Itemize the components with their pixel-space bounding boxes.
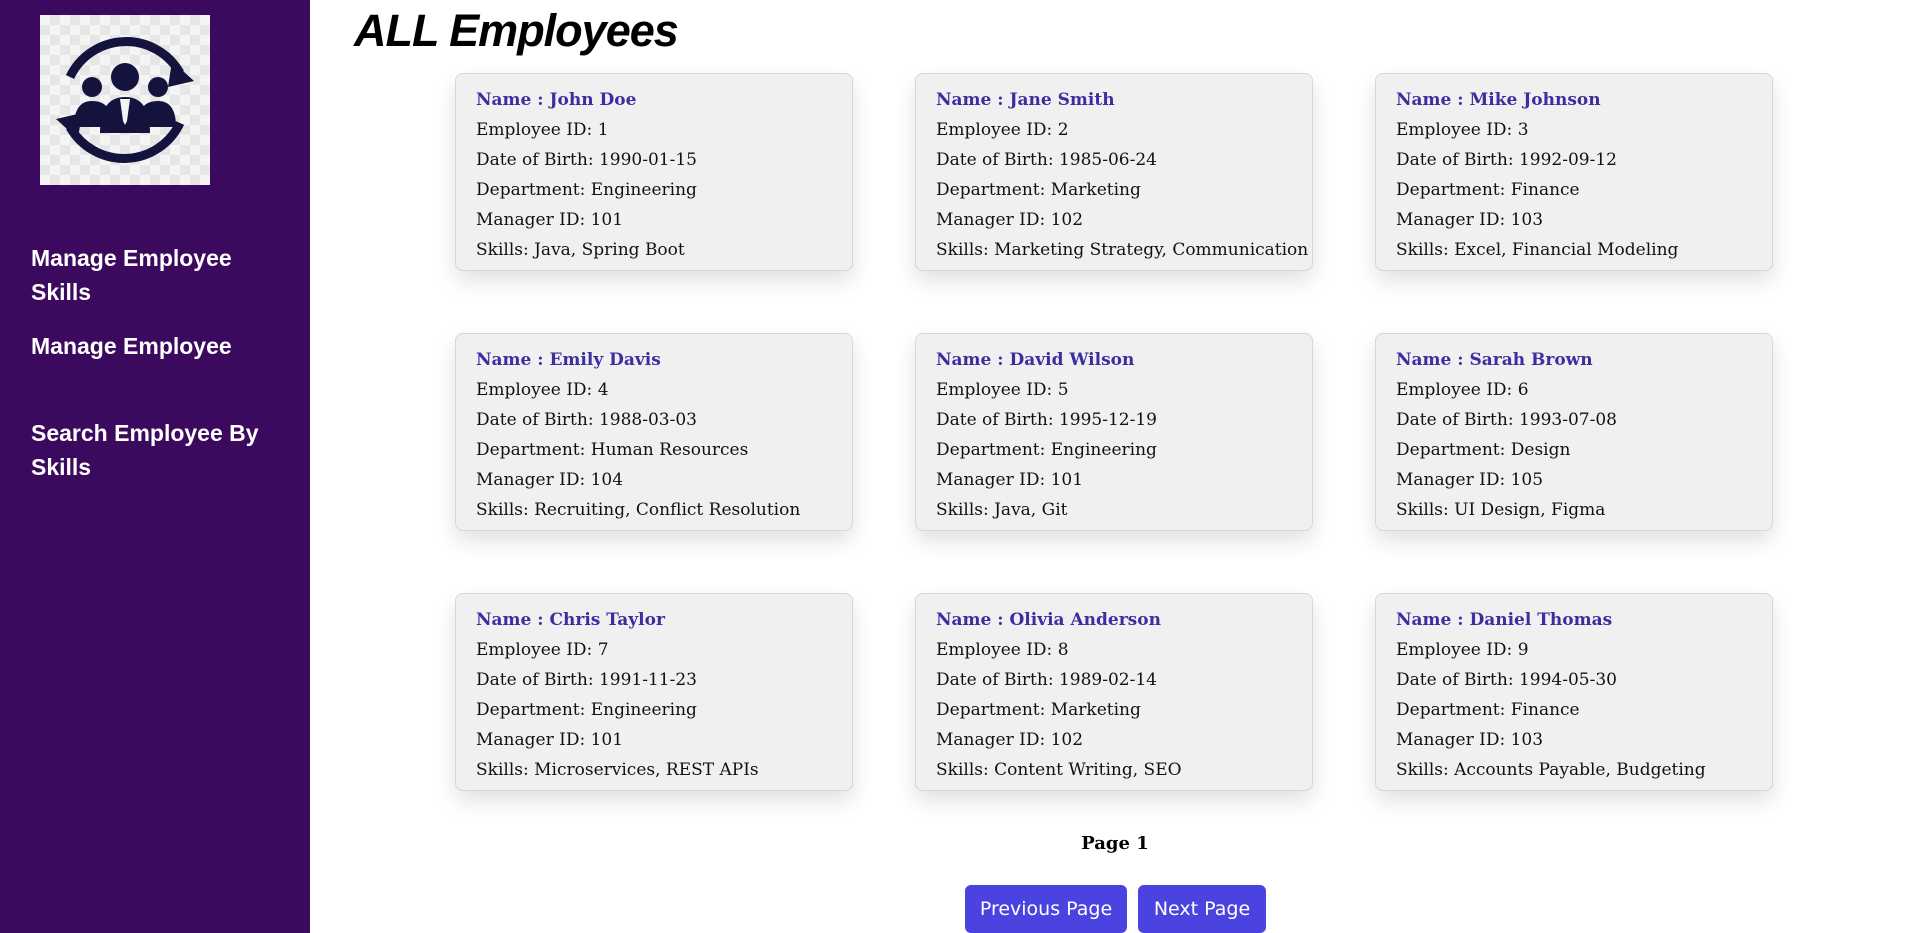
employee-id: Employee ID: 3 — [1396, 120, 1529, 140]
employee-skills: Skills: Content Writing, SEO — [936, 760, 1182, 780]
employee-id: Employee ID: 7 — [476, 640, 609, 660]
employee-department: Department: Marketing — [936, 180, 1141, 200]
nav-search-employee-by-skills[interactable]: Search Employee By Skills — [31, 416, 281, 484]
sidebar: Manage Employee Skills Manage Employee S… — [0, 0, 310, 933]
employee-id: Employee ID: 8 — [936, 640, 1069, 660]
employee-manager: Manager ID: 101 — [476, 730, 624, 750]
employee-name: Name : Olivia Anderson — [936, 610, 1161, 630]
employee-department: Department: Marketing — [936, 700, 1141, 720]
page-title: ALL Employees — [354, 5, 679, 56]
employee-dob: Date of Birth: 1992-09-12 — [1396, 150, 1617, 170]
employee-manager: Manager ID: 102 — [936, 210, 1084, 230]
employee-department: Department: Human Resources — [476, 440, 749, 460]
employee-card: Name : Chris Taylor Employee ID: 7 Date … — [455, 593, 853, 791]
logo[interactable] — [40, 15, 210, 185]
employee-name: Name : David Wilson — [936, 350, 1135, 370]
employee-card: Name : Olivia Anderson Employee ID: 8 Da… — [915, 593, 1313, 791]
employee-manager: Manager ID: 105 — [1396, 470, 1544, 490]
employee-card: Name : Daniel Thomas Employee ID: 9 Date… — [1375, 593, 1773, 791]
employee-department: Department: Finance — [1396, 180, 1580, 200]
employee-manager: Manager ID: 101 — [476, 210, 624, 230]
employee-group-cycle-icon — [56, 37, 194, 163]
employee-card: Name : Mike Johnson Employee ID: 3 Date … — [1375, 73, 1773, 271]
employee-dob: Date of Birth: 1991-11-23 — [476, 670, 697, 690]
employee-name: Name : Mike Johnson — [1396, 90, 1601, 110]
employee-skills: Skills: Java, Spring Boot — [476, 240, 685, 260]
employee-name: Name : Sarah Brown — [1396, 350, 1593, 370]
employee-skills: Skills: Accounts Payable, Budgeting — [1396, 760, 1706, 780]
employee-dob: Date of Birth: 1988-03-03 — [476, 410, 697, 430]
employee-card: Name : Sarah Brown Employee ID: 6 Date o… — [1375, 333, 1773, 531]
employee-name: Name : Daniel Thomas — [1396, 610, 1613, 630]
employee-name: Name : Emily Davis — [476, 350, 661, 370]
employee-dob: Date of Birth: 1989-02-14 — [936, 670, 1157, 690]
employee-manager: Manager ID: 101 — [936, 470, 1084, 490]
page-indicator: Page 1 — [1081, 833, 1149, 854]
nav-manage-employee-skills[interactable]: Manage Employee Skills — [31, 241, 281, 309]
employee-id: Employee ID: 2 — [936, 120, 1069, 140]
employee-dob: Date of Birth: 1993-07-08 — [1396, 410, 1617, 430]
employee-manager: Manager ID: 102 — [936, 730, 1084, 750]
employee-department: Department: Design — [1396, 440, 1571, 460]
employee-department: Department: Engineering — [476, 180, 697, 200]
employee-name: Name : Chris Taylor — [476, 610, 665, 630]
employee-skills: Skills: Marketing Strategy, Communicatio… — [936, 240, 1309, 260]
employee-id: Employee ID: 1 — [476, 120, 609, 140]
employee-skills: Skills: UI Design, Figma — [1396, 500, 1606, 520]
employee-name: Name : John Doe — [476, 90, 637, 110]
employee-manager: Manager ID: 103 — [1396, 210, 1544, 230]
next-page-button[interactable]: Next Page — [1138, 885, 1266, 933]
employee-card: Name : Jane Smith Employee ID: 2 Date of… — [915, 73, 1313, 271]
employee-skills: Skills: Microservices, REST APIs — [476, 760, 759, 780]
employee-dob: Date of Birth: 1995-12-19 — [936, 410, 1157, 430]
employee-manager: Manager ID: 103 — [1396, 730, 1544, 750]
employee-department: Department: Engineering — [476, 700, 697, 720]
employee-id: Employee ID: 6 — [1396, 380, 1529, 400]
employee-skills: Skills: Java, Git — [936, 500, 1068, 520]
employee-department: Department: Finance — [1396, 700, 1580, 720]
previous-page-button[interactable]: Previous Page — [965, 885, 1127, 933]
employee-card: Name : David Wilson Employee ID: 5 Date … — [915, 333, 1313, 531]
employee-department: Department: Engineering — [936, 440, 1157, 460]
employee-name: Name : Jane Smith — [936, 90, 1115, 110]
employee-skills: Skills: Recruiting, Conflict Resolution — [476, 500, 801, 520]
employee-manager: Manager ID: 104 — [476, 470, 624, 490]
employee-dob: Date of Birth: 1990-01-15 — [476, 150, 697, 170]
employee-id: Employee ID: 4 — [476, 380, 609, 400]
employee-card: Name : John Doe Employee ID: 1 Date of B… — [455, 73, 853, 271]
employee-id: Employee ID: 5 — [936, 380, 1069, 400]
nav-manage-employee[interactable]: Manage Employee — [31, 329, 281, 363]
employee-dob: Date of Birth: 1994-05-30 — [1396, 670, 1617, 690]
employee-card: Name : Emily Davis Employee ID: 4 Date o… — [455, 333, 853, 531]
employee-skills: Skills: Excel, Financial Modeling — [1396, 240, 1679, 260]
employee-dob: Date of Birth: 1985-06-24 — [936, 150, 1157, 170]
employee-id: Employee ID: 9 — [1396, 640, 1529, 660]
